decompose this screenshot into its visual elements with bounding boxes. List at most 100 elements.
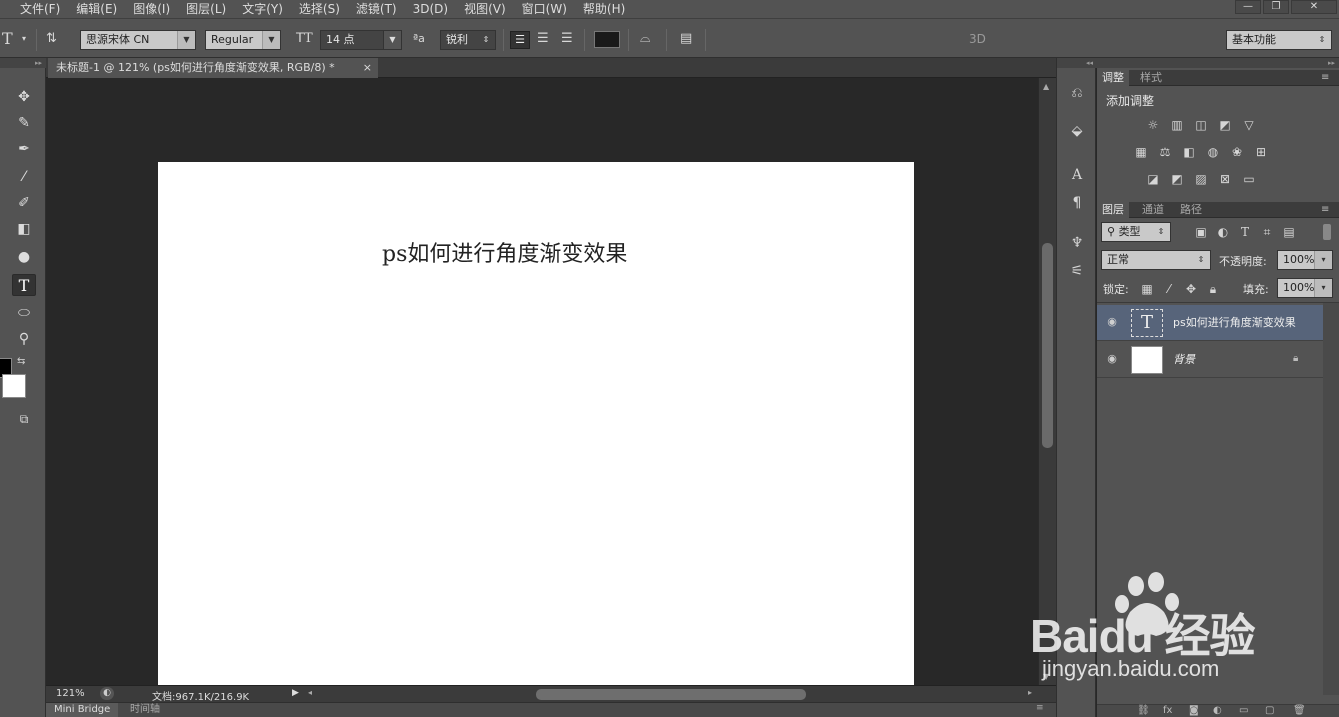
menu-help[interactable]: 帮助(H) [583, 0, 625, 18]
collapse-arrows-icon[interactable]: ▸▸ [1097, 58, 1339, 68]
history-icon[interactable]: ⎌ [1066, 82, 1088, 104]
swap-colors-icon[interactable]: ⇆ [17, 356, 25, 367]
layer-name[interactable]: 背景 [1173, 342, 1195, 378]
panel-menu-icon[interactable]: ≡ [1036, 703, 1044, 713]
menu-file[interactable]: 文件(F) [20, 0, 60, 18]
tab-paths[interactable]: 路径 [1175, 202, 1207, 218]
align-left-icon[interactable]: ☰ [510, 31, 530, 49]
blend-mode-select[interactable]: 正常 ⇕ [1101, 250, 1211, 270]
tab-channels[interactable]: 通道 [1137, 202, 1169, 218]
character-panel-icon[interactable]: ▤ [680, 31, 692, 47]
filter-type-icon[interactable]: T [1237, 225, 1253, 239]
menu-3d[interactable]: 3D(D) [413, 0, 448, 18]
share-icon[interactable]: ◐ [100, 687, 114, 700]
eyedropper-tool-icon[interactable]: ✒ [12, 138, 36, 160]
canvas-text-layer[interactable]: ps如何进行角度渐变效果 [382, 236, 627, 268]
history-brush-tool-icon[interactable]: ✐ [12, 192, 36, 214]
filter-pixel-icon[interactable]: ▣ [1193, 225, 1209, 239]
tab-mini-bridge[interactable]: Mini Bridge [46, 703, 119, 717]
menu-layer[interactable]: 图层(L) [186, 0, 226, 18]
font-size-select[interactable]: 14 点 ▼ [320, 30, 402, 50]
text-color-swatch[interactable] [594, 31, 620, 48]
vibrance-icon[interactable]: ▽ [1241, 118, 1257, 132]
eye-icon[interactable]: ◉ [1105, 315, 1119, 329]
color-lookup-icon[interactable]: ⊞ [1253, 145, 1269, 159]
fx-icon[interactable]: fx [1163, 705, 1172, 716]
eye-icon[interactable]: ◉ [1105, 352, 1119, 366]
clone-source-icon[interactable]: ⚟ [1066, 260, 1088, 282]
font-style-select[interactable]: Regular ▼ [205, 30, 281, 50]
background-color-swatch[interactable] [2, 374, 26, 398]
brush-presets-icon[interactable]: ♆ [1066, 232, 1088, 254]
type-tool-icon[interactable]: T [12, 274, 36, 296]
3d-panel-icon[interactable]: ⬙ [1066, 120, 1088, 142]
menu-view[interactable]: 视图(V) [464, 0, 506, 18]
opacity-input[interactable]: 100% ▾ [1277, 250, 1333, 270]
tab-timeline[interactable]: 时间轴 [126, 703, 164, 717]
layer-row[interactable]: ◉ 背景 🔒︎ [1097, 342, 1323, 378]
paragraph-icon[interactable]: ¶ [1066, 192, 1088, 214]
panel-menu-icon[interactable]: ≡ [1321, 202, 1329, 218]
lock-position-icon[interactable]: ✥ [1183, 282, 1199, 296]
antialias-select[interactable]: 锐利 ⇕ [440, 30, 496, 50]
lock-all-icon[interactable]: 🔒︎ [1205, 282, 1221, 296]
font-family-select[interactable]: 思源宋体 CN ▼ [80, 30, 196, 50]
color-balance-icon[interactable]: ⚖ [1157, 145, 1173, 159]
exposure-icon[interactable]: ◩ [1217, 118, 1233, 132]
workspace-select[interactable]: 基本功能 ⇕ [1226, 30, 1332, 50]
menu-select[interactable]: 选择(S) [299, 0, 340, 18]
type-tool-preset-icon[interactable]: T [2, 31, 13, 47]
character-icon[interactable]: A [1066, 164, 1088, 186]
status-menu-arrow-icon[interactable]: ▶ [292, 688, 299, 698]
add-mask-icon[interactable]: ◙ [1189, 705, 1199, 716]
filter-smart-object-icon[interactable]: ▤ [1281, 225, 1297, 239]
menu-type[interactable]: 文字(Y) [242, 0, 283, 18]
close-tab-icon[interactable]: × [363, 58, 372, 77]
curves-icon[interactable]: ◫ [1193, 118, 1209, 132]
tab-styles[interactable]: 样式 [1135, 70, 1167, 86]
align-right-icon[interactable]: ☰ [561, 31, 573, 47]
selective-color-icon[interactable]: ⊠ [1217, 172, 1233, 186]
new-group-icon[interactable]: ▭ [1239, 705, 1248, 716]
vertical-scrollbar-thumb[interactable] [1042, 243, 1053, 448]
canvas-area[interactable]: ps如何进行角度渐变效果 [46, 78, 1038, 685]
tab-layers[interactable]: 图层 [1097, 202, 1129, 218]
filter-toggle[interactable] [1323, 224, 1331, 240]
expand-arrows-icon[interactable]: ◂◂ [1057, 58, 1097, 68]
layer-filter-kind-select[interactable]: ⚲ 类型 ⇕ [1101, 222, 1171, 242]
link-layers-icon[interactable]: ⛓ [1137, 705, 1150, 716]
menu-filter[interactable]: 滤镜(T) [356, 0, 397, 18]
minimize-button[interactable]: — [1235, 0, 1261, 14]
horizontal-scrollbar-thumb[interactable] [536, 689, 806, 700]
ellipse-tool-icon[interactable]: ⬭ [12, 302, 36, 324]
restore-button[interactable]: ❐ [1263, 0, 1289, 14]
layer-row[interactable]: ◉ T ps如何进行角度渐变效果 [1097, 305, 1323, 341]
gradient-map-icon[interactable]: ▭ [1241, 172, 1257, 186]
photo-filter-icon[interactable]: ◍ [1205, 145, 1221, 159]
brush-tool-icon[interactable]: ⁄ [12, 166, 36, 188]
channel-mixer-icon[interactable]: ❀ [1229, 145, 1245, 159]
lock-image-icon[interactable]: ⁄ [1161, 282, 1177, 296]
3d-mode-label[interactable]: 3D [969, 31, 986, 47]
scroll-left-icon[interactable]: ◂ [308, 688, 312, 697]
new-adjustment-icon[interactable]: ◐ [1213, 705, 1222, 716]
chevron-down-icon[interactable]: ▾ [22, 31, 26, 47]
fill-input[interactable]: 100% ▾ [1277, 278, 1333, 298]
menu-window[interactable]: 窗口(W) [522, 0, 567, 18]
posterize-icon[interactable]: ◩ [1169, 172, 1185, 186]
filter-shape-icon[interactable]: ⌗ [1259, 225, 1275, 239]
align-center-icon[interactable]: ☰ [537, 31, 549, 47]
invert-icon[interactable]: ◪ [1145, 172, 1161, 186]
panel-menu-icon[interactable]: ≡ [1321, 70, 1329, 86]
collapse-arrows-icon[interactable]: ▸▸ [0, 58, 46, 68]
screen-mode-icon[interactable]: ⧉ [12, 408, 36, 430]
levels-icon[interactable]: ▥ [1169, 118, 1185, 132]
document-tab[interactable]: 未标题-1 @ 121% (ps如何进行角度渐变效果, RGB/8) * × [48, 58, 378, 78]
tab-adjustments[interactable]: 调整 [1097, 70, 1129, 86]
black-white-icon[interactable]: ◧ [1181, 145, 1197, 159]
zoom-tool-icon[interactable]: ⚲ [12, 328, 36, 350]
move-tool-icon[interactable]: ✥ [12, 86, 36, 108]
threshold-icon[interactable]: ▨ [1193, 172, 1209, 186]
hue-saturation-icon[interactable]: ▦ [1133, 145, 1149, 159]
trash-icon[interactable]: 🗑︎ [1293, 705, 1306, 716]
